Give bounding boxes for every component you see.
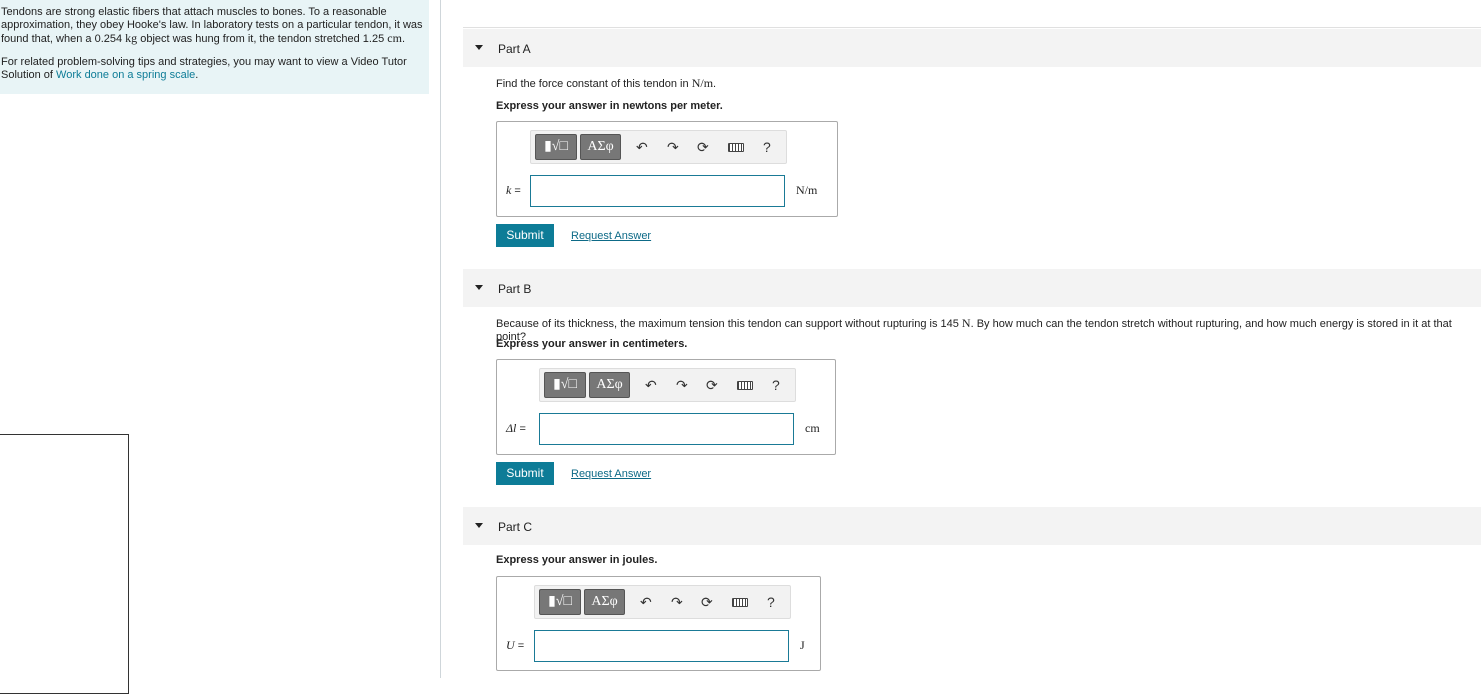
part-b-question-unit: N bbox=[961, 316, 971, 330]
part-b-title: Part B bbox=[498, 282, 532, 296]
undo-icon[interactable]: ↶ bbox=[640, 595, 652, 609]
symbols-button[interactable]: ΑΣφ bbox=[580, 134, 621, 160]
part-a-question-end: . bbox=[713, 78, 717, 90]
reset-icon[interactable]: ⟳ bbox=[701, 595, 713, 609]
part-a-variable-label: k = bbox=[506, 183, 521, 198]
problem-text-2: object was hung from it, the tendon stre… bbox=[137, 33, 388, 45]
part-b-var: Δl bbox=[506, 421, 517, 435]
keyboard-icon[interactable] bbox=[737, 381, 753, 390]
symbols-button[interactable]: ΑΣφ bbox=[584, 589, 625, 615]
part-b-header[interactable]: Part B bbox=[463, 269, 1481, 307]
problem-statement: Tendons are strong elastic fibers that a… bbox=[0, 0, 429, 94]
collapse-caret-icon[interactable] bbox=[475, 45, 483, 50]
help-icon[interactable]: ? bbox=[763, 140, 771, 154]
redo-icon[interactable]: ↷ bbox=[671, 595, 683, 609]
templates-icon[interactable]: ▮√□ bbox=[535, 134, 577, 160]
part-b-variable-label: Δl = bbox=[506, 421, 526, 436]
tutor-text-2: . bbox=[195, 69, 199, 81]
mass-unit: kg bbox=[125, 31, 138, 45]
top-divider bbox=[463, 27, 1481, 28]
part-a-question-text: Find the force constant of this tendon i… bbox=[496, 78, 692, 90]
part-a-math-toolbar: ▮√□ ΑΣφ ↶ ↷ ⟳ ? bbox=[530, 130, 787, 164]
part-b-request-answer-link[interactable]: Request Answer bbox=[571, 468, 651, 480]
collapse-caret-icon[interactable] bbox=[475, 285, 483, 290]
part-a-unit: N/m bbox=[796, 183, 818, 197]
reset-icon[interactable]: ⟳ bbox=[697, 140, 709, 154]
help-icon[interactable]: ? bbox=[772, 378, 780, 392]
part-c-eq: = bbox=[514, 640, 525, 652]
part-c-var: U bbox=[506, 638, 515, 652]
part-c-variable-label: U = bbox=[506, 638, 524, 653]
part-c-instructions: Express your answer in joules. bbox=[496, 554, 658, 566]
redo-icon[interactable]: ↷ bbox=[676, 378, 688, 392]
keyboard-icon[interactable] bbox=[732, 598, 748, 607]
part-b-eq: = bbox=[516, 423, 526, 435]
templates-icon[interactable]: ▮√□ bbox=[544, 372, 586, 398]
collapse-caret-icon[interactable] bbox=[475, 523, 483, 528]
part-b-answer-input[interactable] bbox=[539, 413, 794, 445]
part-b-instructions: Express your answer in centimeters. bbox=[496, 338, 688, 350]
part-c-unit: J bbox=[800, 638, 805, 652]
templates-icon[interactable]: ▮√□ bbox=[539, 589, 581, 615]
part-a-submit-button[interactable]: Submit bbox=[496, 224, 554, 247]
part-a-title: Part A bbox=[498, 42, 531, 56]
figure-box bbox=[0, 434, 129, 694]
part-b-question-text: Because of its thickness, the maximum te… bbox=[496, 318, 962, 330]
tutor-text: For related problem-solving tips and str… bbox=[1, 56, 425, 82]
problem-text-3: . bbox=[401, 33, 405, 45]
help-icon[interactable]: ? bbox=[767, 595, 775, 609]
problem-text: Tendons are strong elastic fibers that a… bbox=[1, 6, 425, 46]
column-divider bbox=[440, 0, 441, 678]
keyboard-icon[interactable] bbox=[728, 143, 744, 152]
part-a-request-answer-link[interactable]: Request Answer bbox=[571, 230, 651, 242]
part-b-unit: cm bbox=[805, 421, 820, 435]
part-c-math-toolbar: ▮√□ ΑΣφ ↶ ↷ ⟳ ? bbox=[534, 585, 791, 619]
part-c-title: Part C bbox=[498, 520, 533, 534]
length-unit: cm bbox=[387, 31, 402, 45]
part-c-answer-input[interactable] bbox=[534, 630, 789, 662]
video-tutor-link[interactable]: Work done on a spring scale bbox=[56, 69, 195, 81]
redo-icon[interactable]: ↷ bbox=[667, 140, 679, 154]
part-b-submit-button[interactable]: Submit bbox=[496, 462, 554, 485]
part-a-header[interactable]: Part A bbox=[463, 29, 1481, 67]
part-a-eq: = bbox=[511, 185, 521, 197]
part-a-question-unit: N/m bbox=[691, 76, 714, 90]
undo-icon[interactable]: ↶ bbox=[636, 140, 648, 154]
reset-icon[interactable]: ⟳ bbox=[706, 378, 718, 392]
part-a-question: Find the force constant of this tendon i… bbox=[496, 76, 716, 91]
part-b-math-toolbar: ▮√□ ΑΣφ ↶ ↷ ⟳ ? bbox=[539, 368, 796, 402]
undo-icon[interactable]: ↶ bbox=[645, 378, 657, 392]
part-a-instructions: Express your answer in newtons per meter… bbox=[496, 100, 723, 112]
part-a-answer-input[interactable] bbox=[530, 175, 785, 207]
part-c-header[interactable]: Part C bbox=[463, 507, 1481, 545]
symbols-button[interactable]: ΑΣφ bbox=[589, 372, 630, 398]
